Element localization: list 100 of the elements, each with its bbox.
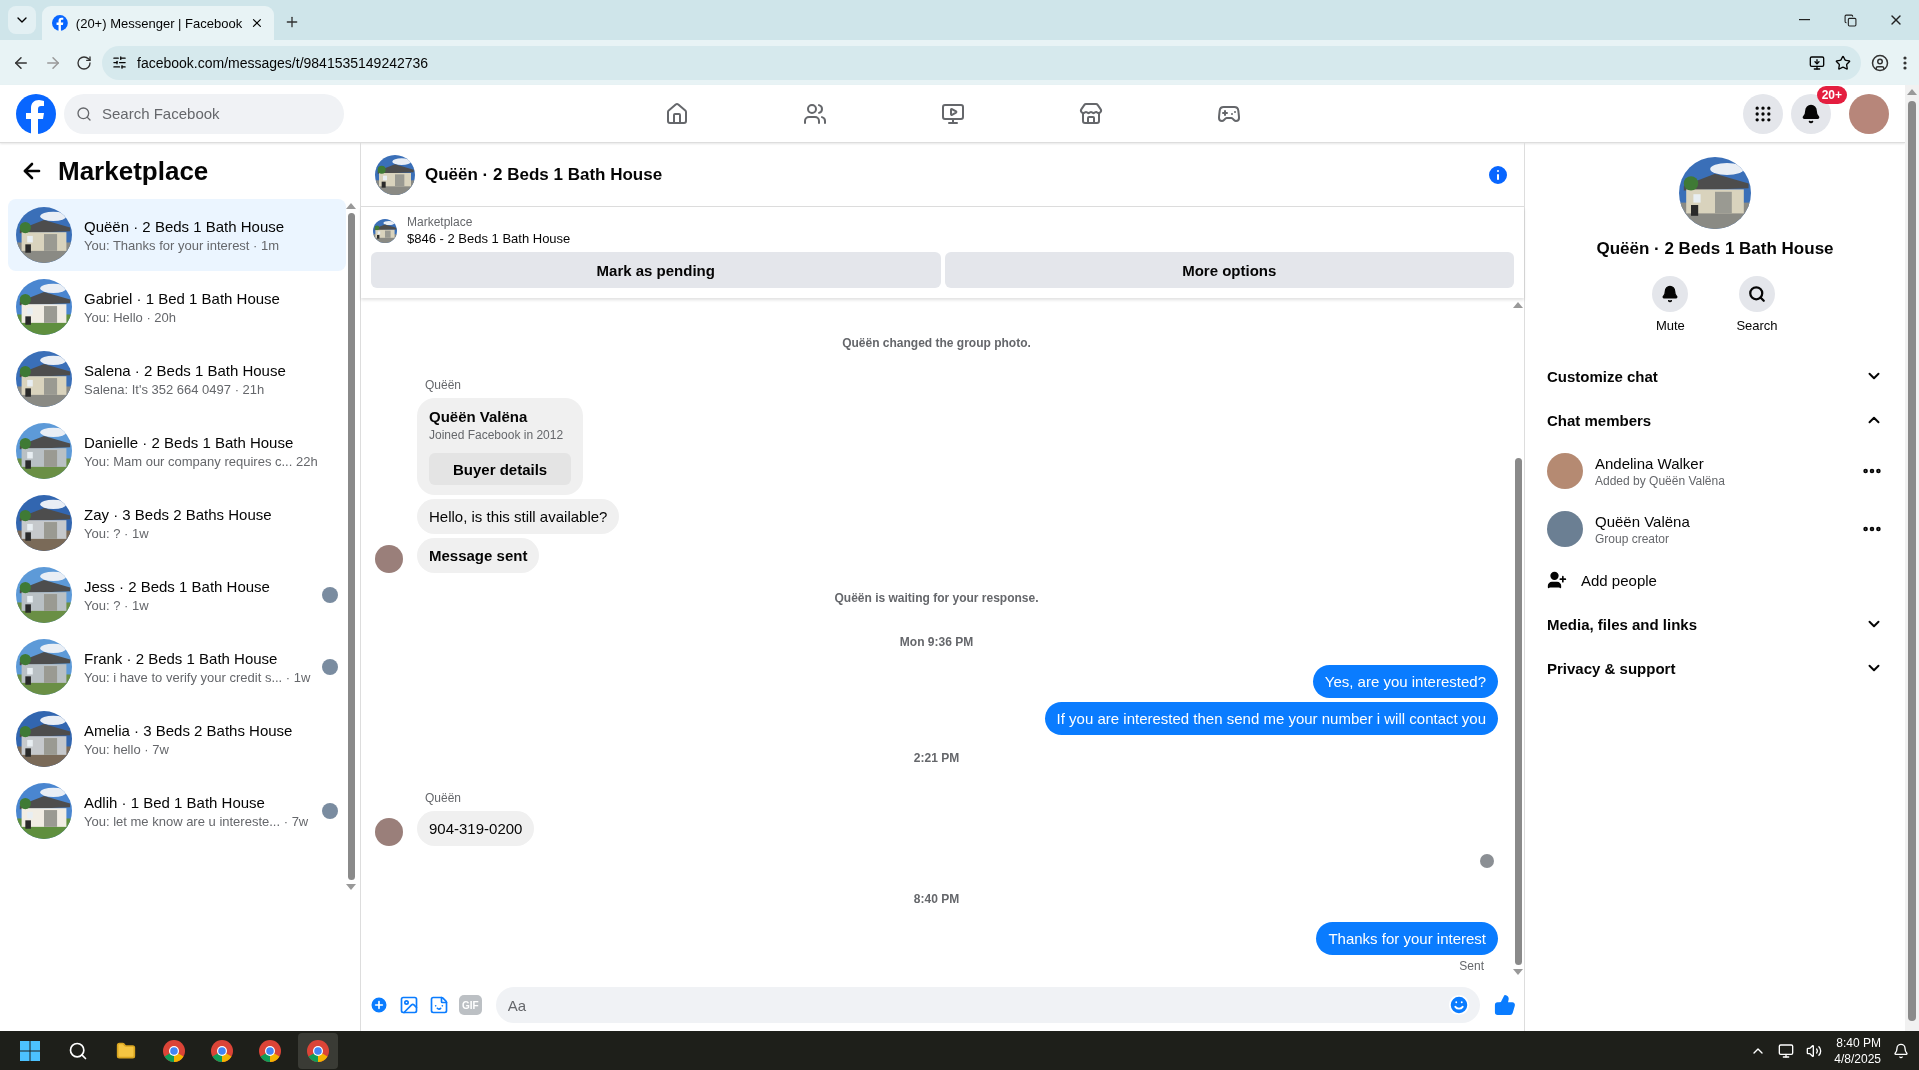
tab-title: (20+) Messenger | Facebook: [75, 15, 243, 31]
outgoing-message: Yes, are you interested?: [1312, 665, 1498, 698]
conversation-item[interactable]: Quëën · 2 Beds 1 Bath House You: Thanks for your interest · 1m: [8, 199, 347, 271]
incoming-message: Message sent: [417, 538, 540, 573]
conversation-preview: Salena: It's 352 664 0497 · 21h: [84, 381, 266, 397]
people-icon: [802, 101, 827, 126]
conversation-title: Gabriel · 1 Bed 1 Bath House: [84, 289, 281, 307]
outgoing-message: Thanks for your interest: [1316, 922, 1498, 955]
folder-icon: [116, 1040, 136, 1061]
browser-tab[interactable]: (20+) Messenger | Facebook: [42, 6, 274, 40]
conversation-item[interactable]: Danielle · 2 Beds 1 Bath House You: Mam our company requires c... 22h: [8, 415, 347, 487]
avatar: [1547, 511, 1583, 547]
read-receipt-avatar: [1480, 854, 1494, 868]
member-role: Group creator: [1595, 531, 1671, 546]
system-message: Quëën is waiting for your response.: [834, 591, 1039, 605]
search-input[interactable]: Search Facebook: [100, 93, 332, 134]
facebook-icon: [52, 15, 68, 31]
photo-icon[interactable]: [399, 995, 419, 1015]
address-bar[interactable]: facebook.com/messages/t/9841535149242736: [102, 45, 1861, 80]
install-app-icon[interactable]: [1809, 54, 1825, 71]
conversation-preview: You: Hello · 20h: [84, 309, 178, 325]
volume-icon[interactable]: [1806, 1042, 1823, 1059]
member-role: Added by Quëën Valëna: [1595, 473, 1726, 488]
close-tab-icon[interactable]: [250, 16, 264, 30]
outgoing-message: If you are interested then send me your number i will contact you: [1044, 702, 1498, 735]
sender-name: Quëën: [425, 791, 463, 805]
browser-icon: [211, 1039, 233, 1062]
browser-icon: [307, 1039, 329, 1062]
section-header[interactable]: Customize chat: [1541, 354, 1889, 398]
buyer-name: Quëën Valëna: [429, 408, 529, 425]
display-icon[interactable]: [1778, 1042, 1795, 1059]
add-people-button[interactable]: Add people: [1541, 558, 1889, 602]
search-icon: [68, 1040, 88, 1061]
conversation-preview: You: let me know are u intereste... · 7w: [84, 813, 310, 829]
url-text: facebook.com/messages/t/9841535149242736: [137, 54, 430, 71]
menu-button[interactable]: [1743, 93, 1783, 134]
sidebar-title: Marketplace: [58, 155, 209, 187]
search-field[interactable]: Search Facebook: [64, 93, 344, 134]
browser-icon: [259, 1039, 281, 1062]
avatar: [1547, 453, 1583, 489]
chat-title: Quëën · 2 Beds 1 Bath House: [425, 164, 664, 185]
conversation-item[interactable]: Frank · 2 Beds 1 Bath House You: i have to verify your credit s... · 1w: [8, 631, 347, 703]
search-icon: [76, 105, 92, 122]
member-name: Quëën Valëna: [1595, 512, 1691, 530]
listing-action-button[interactable]: More options: [944, 252, 1514, 288]
logo[interactable]: [16, 93, 56, 134]
conversation-item[interactable]: Adlih · 1 Bed 1 Bath House You: let me know are u intereste... · 7w: [8, 775, 347, 847]
conversation-title: Jess · 2 Beds 1 Bath House: [84, 577, 271, 595]
conversation-title: Salena · 2 Beds 1 Bath House: [84, 361, 287, 379]
conversation-title: Adlih · 1 Bed 1 Bath House: [84, 793, 266, 811]
restore-icon: [1843, 13, 1857, 27]
section-header[interactable]: Chat members: [1541, 398, 1889, 442]
incoming-message: 904-319-0200: [417, 811, 535, 846]
more-vertical-icon: [1903, 55, 1907, 70]
home-icon: [664, 101, 689, 126]
like-icon[interactable]: [1494, 994, 1516, 1016]
conversation-item[interactable]: Zay · 3 Beds 2 Baths House You: ? · 1w: [8, 487, 347, 559]
conversation-title: Danielle · 2 Beds 1 Bath House: [84, 433, 295, 451]
minimize-icon: [1798, 19, 1810, 21]
bell-icon: [1661, 285, 1680, 303]
conversation-item[interactable]: Gabriel · 1 Bed 1 Bath House You: Hello · 20h: [8, 271, 347, 343]
conversation-preview: You: Thanks for your interest · 1m: [84, 237, 281, 253]
system-message: Quëën changed the group photo.: [842, 336, 1031, 350]
section-header[interactable]: Privacy & support: [1541, 646, 1889, 690]
conversation-preview: You: ? · 1w: [84, 525, 150, 541]
timestamp: Mon 9:36 PM: [899, 635, 974, 649]
conversation-item[interactable]: Jess · 2 Beds 1 Bath House You: ? · 1w: [8, 559, 347, 631]
section-header[interactable]: Media, files and links: [1541, 602, 1889, 646]
plus-icon: [284, 14, 300, 30]
search-button[interactable]: Search: [1730, 275, 1784, 334]
sticker-icon[interactable]: [429, 995, 449, 1015]
conversation-preview: You: ? · 1w: [84, 597, 150, 613]
conversation-item[interactable]: Salena · 2 Beds 1 Bath House Salena: It's 352 664 0497 · 21h: [8, 343, 347, 415]
search-icon: [1748, 285, 1766, 303]
notification-icon[interactable]: [1893, 1042, 1909, 1059]
plus-icon[interactable]: [369, 995, 389, 1015]
member-name: Andelina Walker: [1595, 454, 1705, 472]
listing-action-button[interactable]: Mark as pending: [371, 252, 941, 288]
listing-label: Marketplace: [407, 215, 474, 229]
incoming-message: Hello, is this still available?: [417, 499, 620, 534]
notification-badge: 20+: [1816, 85, 1847, 104]
account-avatar[interactable]: [1849, 93, 1889, 134]
tab-search-button[interactable]: [8, 6, 36, 34]
page-scrollbar[interactable]: [1905, 85, 1919, 1031]
video-icon: [940, 101, 965, 126]
emoji-icon[interactable]: [1448, 994, 1470, 1016]
add-person-icon: [1547, 570, 1567, 590]
timestamp: 2:21 PM: [913, 751, 960, 765]
profile-icon: [1871, 53, 1889, 72]
bookmark-star-icon[interactable]: [1835, 54, 1851, 71]
buyer-details-button[interactable]: Buyer details: [429, 453, 572, 485]
mute-button[interactable]: Mute: [1646, 275, 1695, 334]
store-icon: [1078, 101, 1103, 126]
conversation-item[interactable]: Amelia · 3 Beds 2 Baths House You: hello · 7w: [8, 703, 347, 775]
conversation-title: Amelia · 3 Beds 2 Baths House: [84, 721, 294, 739]
clock[interactable]: 8:40 PM 4/8/2025: [1834, 1035, 1881, 1066]
listing-title: $846 - 2 Beds 1 Bath House: [407, 231, 571, 246]
message-status: Sent: [1459, 959, 1484, 973]
taskbar-browser-button[interactable]: [298, 1032, 338, 1069]
windows-start-icon[interactable]: [20, 1040, 40, 1061]
